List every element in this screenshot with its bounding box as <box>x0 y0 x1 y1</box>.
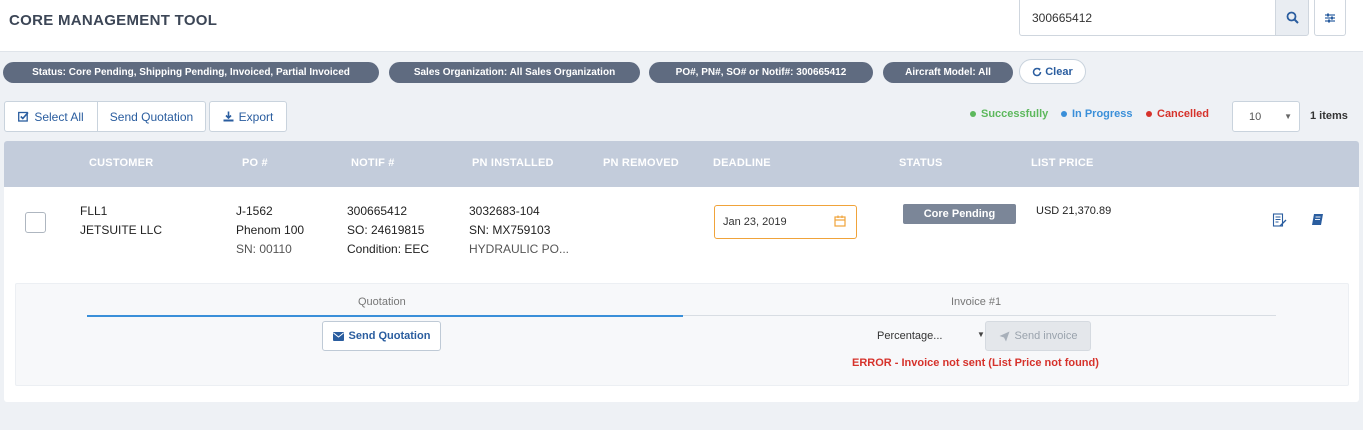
condition: Condition: EEC <box>347 242 430 256</box>
invoice-type-value: Percentage... <box>877 330 943 342</box>
table-header: CUSTOMER PO # NOTIF # PN INSTALLED PN RE… <box>4 141 1359 187</box>
items-count: 1 items <box>1310 110 1348 122</box>
export-button[interactable]: Export <box>209 101 287 132</box>
refresh-icon <box>1033 67 1042 76</box>
filter-chip-status[interactable]: Status: Core Pending, Shipping Pending, … <box>3 62 379 83</box>
search-input[interactable] <box>1020 0 1275 35</box>
page-size-value: 10 <box>1249 110 1262 123</box>
po-number: J-1562 <box>236 204 273 218</box>
chevron-down-icon: ▼ <box>977 330 985 339</box>
invoice-error-message: ERROR - Invoice not sent (List Price not… <box>852 357 1099 369</box>
col-notif[interactable]: NOTIF # <box>351 157 395 169</box>
pn-sn: SN: MX759103 <box>469 223 551 237</box>
invoice-type-select[interactable]: Percentage... ▼ <box>877 330 985 342</box>
send-quotation-button[interactable]: Send Quotation <box>322 321 441 351</box>
legend-in-progress: In Progress <box>1061 108 1133 120</box>
col-deadline[interactable]: DEADLINE <box>713 157 771 169</box>
pn-description: HYDRAULIC PO... <box>469 242 570 256</box>
send-quotation-bulk-label: Send Quotation <box>109 109 194 124</box>
sliders-icon <box>1325 13 1335 22</box>
chevron-down-icon: ▼ <box>1284 112 1292 121</box>
aircraft-sn: SN: 00110 <box>236 242 292 256</box>
select-all-label: Select All <box>34 109 84 124</box>
select-all-button[interactable]: Select All <box>4 101 98 132</box>
filter-settings-button[interactable] <box>1314 0 1346 36</box>
results-table: CUSTOMER PO # NOTIF # PN INSTALLED PN RE… <box>4 141 1359 402</box>
notif-number: 300665412 <box>347 204 408 218</box>
clear-filters-button[interactable]: Clear <box>1019 59 1086 84</box>
filter-chip-aircraft-model[interactable]: Aircraft Model: All <box>883 62 1013 83</box>
search-icon <box>1286 11 1299 24</box>
col-customer[interactable]: CUSTOMER <box>89 157 153 169</box>
status-badge: Core Pending <box>903 204 1016 224</box>
edit-list-icon[interactable] <box>1272 213 1287 228</box>
book-icon[interactable] <box>1311 213 1325 227</box>
customer-code: FLL1 <box>80 204 108 218</box>
customer-cell: FLL1 JETSUITE LLC <box>80 202 162 240</box>
search-button[interactable] <box>1275 0 1309 36</box>
filter-chip-search-term[interactable]: PO#, PN#, SO# or Notif#: 300665412 <box>649 62 873 83</box>
tab-invoice-1[interactable]: Invoice #1 <box>951 296 1001 308</box>
po-cell: J-1562 Phenom 100 SN: 00110 <box>236 202 304 259</box>
bulk-actions: Select All Send Quotation <box>4 101 206 132</box>
legend-successfully: Successfully <box>970 108 1048 120</box>
col-pn-removed[interactable]: PN REMOVED <box>603 157 679 169</box>
envelope-icon <box>332 331 344 341</box>
pn-installed-cell: 3032683-104 SN: MX759103 HYDRAULIC PO... <box>469 202 569 259</box>
customer-name: JETSUITE LLC <box>80 223 163 237</box>
col-list-price[interactable]: LIST PRICE <box>1031 157 1094 169</box>
aircraft-model: Phenom 100 <box>236 223 305 237</box>
legend-dot-green <box>970 111 976 117</box>
so-number: SO: 24619815 <box>347 223 425 237</box>
row-checkbox[interactable] <box>25 212 46 233</box>
clear-label: Clear <box>1045 65 1073 78</box>
col-pn-installed[interactable]: PN INSTALLED <box>472 157 554 169</box>
top-bar: CORE MANAGEMENT TOOL <box>0 0 1363 52</box>
export-label: Export <box>238 109 274 124</box>
legend-label: Successfully <box>981 108 1049 120</box>
page-size-select[interactable]: 10 ▼ <box>1232 101 1300 132</box>
filter-chip-sales-org[interactable]: Sales Organization: All Sales Organizati… <box>389 62 640 83</box>
search-box <box>1019 0 1309 36</box>
col-po[interactable]: PO # <box>242 157 268 169</box>
pn-installed: 3032683-104 <box>469 204 540 218</box>
tab-divider <box>683 315 1276 316</box>
legend-label: In Progress <box>1072 108 1133 120</box>
deadline-value: Jan 23, 2019 <box>723 216 787 228</box>
app-title: CORE MANAGEMENT TOOL <box>9 12 218 29</box>
legend-dot-red <box>1146 111 1152 117</box>
list-price: USD 21,370.89 <box>1036 205 1112 217</box>
row-detail-panel: Quotation Invoice #1 Send Quotation Perc… <box>15 283 1349 386</box>
deadline-datepicker[interactable]: Jan 23, 2019 <box>714 205 857 239</box>
send-invoice-label: Send invoice <box>1014 330 1078 342</box>
download-icon <box>223 111 234 122</box>
legend-dot-blue <box>1061 111 1067 117</box>
send-quotation-bulk-button[interactable]: Send Quotation <box>98 101 206 132</box>
tab-quotation[interactable]: Quotation <box>358 296 406 308</box>
legend-cancelled: Cancelled <box>1146 108 1209 120</box>
paper-plane-icon <box>999 331 1009 341</box>
legend-label: Cancelled <box>1157 108 1209 120</box>
notif-cell: 300665412 SO: 24619815 Condition: EEC <box>347 202 429 259</box>
col-status[interactable]: STATUS <box>899 157 943 169</box>
send-invoice-button[interactable]: Send invoice <box>985 321 1091 351</box>
tab-indicator-active <box>87 315 683 317</box>
send-quotation-label: Send Quotation <box>348 330 431 342</box>
calendar-icon <box>834 215 846 227</box>
check-square-icon <box>18 111 29 122</box>
